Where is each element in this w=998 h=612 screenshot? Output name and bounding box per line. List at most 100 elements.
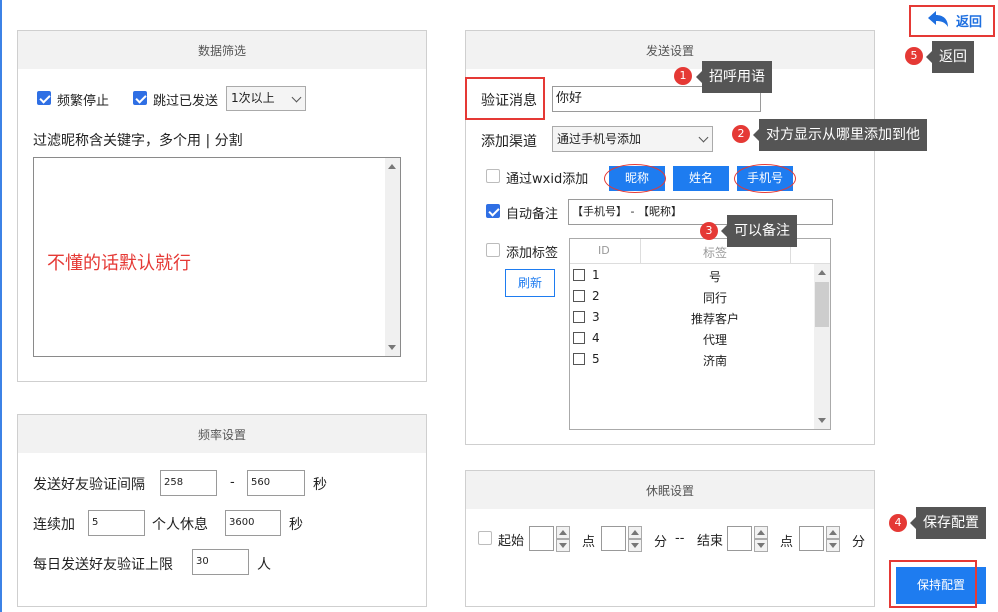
interval-min-input[interactable]: 258 [160, 470, 217, 496]
spin-up-icon [559, 530, 567, 535]
end-minute-spinner[interactable] [799, 526, 824, 551]
spin-up-icon [631, 530, 639, 535]
interval-max-input[interactable]: 560 [247, 470, 305, 496]
send-panel-title: 发送设置 [466, 31, 874, 69]
rest-label: 个人休息 [152, 517, 208, 533]
end-hour-unit: 点 [780, 535, 794, 550]
table-row[interactable]: 3 推荐客户 [570, 307, 812, 328]
annotation-tooltip-1: 招呼用语 [696, 61, 772, 93]
annotation-tooltip-3: 可以备注 [721, 215, 797, 247]
row-id: 1 [592, 268, 600, 282]
daily-limit-label: 每日发送好友验证上限 [33, 557, 173, 573]
verify-label-highlight [465, 77, 545, 120]
start-minute-down[interactable] [628, 539, 642, 552]
back-highlight-box [909, 5, 995, 37]
interval-sec-label: 秒 [313, 477, 327, 493]
row-tag: 号 [708, 270, 721, 284]
rest-input[interactable]: 3600 [225, 510, 281, 536]
spin-down-icon [757, 543, 765, 548]
start-hour-spinner[interactable] [529, 526, 554, 551]
row-checkbox[interactable] [573, 332, 585, 344]
start-minute-spinner[interactable] [601, 526, 626, 551]
continuous-label: 连续加 [33, 517, 75, 533]
filter-panel-title: 数据筛选 [18, 31, 426, 69]
row-checkbox[interactable] [573, 269, 585, 281]
skip-sent-checkbox[interactable] [133, 91, 147, 105]
sleep-panel-title: 休眠设置 [466, 471, 874, 509]
start-hour-down[interactable] [556, 539, 570, 552]
col-id-header: ID [598, 244, 610, 257]
row-tag: 代理 [702, 333, 727, 347]
add-tag-checkbox[interactable] [486, 243, 500, 257]
rate-panel-title: 频率设置 [18, 415, 426, 453]
chevron-down-icon [698, 132, 709, 143]
textarea-scrollbar[interactable] [385, 158, 400, 356]
spin-up-icon [829, 530, 837, 535]
tag-table-scrollbar[interactable] [814, 264, 830, 429]
row-tag: 推荐客户 [690, 312, 739, 326]
sleep-enable-checkbox[interactable] [478, 531, 492, 545]
refresh-button[interactable]: 刷新 [505, 269, 555, 297]
sleep-separator: -- [675, 531, 685, 546]
auto-remark-checkbox[interactable] [486, 204, 500, 218]
times-select-value: 1次以上 [231, 91, 275, 105]
continuous-input[interactable]: 5 [88, 510, 145, 536]
annotation-tooltip-2: 对方显示从哪里添加到他 [753, 119, 927, 151]
row-id: 3 [592, 310, 600, 324]
start-hour-unit: 点 [582, 535, 596, 550]
wxid-label: 通过wxid添加 [506, 172, 589, 187]
left-border-line [0, 0, 2, 612]
end-hour-spinner[interactable] [727, 526, 752, 551]
scroll-down-icon[interactable] [388, 345, 396, 350]
auto-remark-label: 自动备注 [506, 207, 559, 222]
table-row[interactable]: 5 济南 [570, 349, 812, 370]
scroll-up-icon[interactable] [388, 164, 396, 169]
annotation-tooltip-5: 返回 [926, 41, 974, 73]
phone-oval-highlight [734, 164, 796, 193]
spin-up-icon [757, 530, 765, 535]
table-row[interactable]: 4 代理 [570, 328, 812, 349]
insert-name-button[interactable]: 姓名 [673, 166, 729, 191]
start-hour-up[interactable] [556, 526, 570, 539]
skip-sent-label: 跳过已发送 [153, 94, 219, 109]
end-minute-unit: 分 [852, 535, 866, 550]
daily-limit-input[interactable]: 30 [192, 549, 249, 575]
wxid-checkbox[interactable] [486, 169, 500, 183]
chevron-down-icon [291, 92, 302, 102]
row-checkbox[interactable] [573, 311, 585, 323]
end-minute-up[interactable] [826, 526, 840, 539]
end-hour-down[interactable] [754, 539, 768, 552]
end-hour-up[interactable] [754, 526, 768, 539]
table-row[interactable]: 2 同行 [570, 286, 812, 307]
table-row[interactable]: 1 号 [570, 265, 812, 286]
freq-stop-checkbox[interactable] [37, 91, 51, 105]
channel-select-value: 通过手机号添加 [557, 132, 642, 146]
tag-table: ID 标签 1 号 2 同行 3 推荐客户 4 代理 5 济南 [569, 238, 831, 430]
row-checkbox[interactable] [573, 290, 585, 302]
row-checkbox[interactable] [573, 353, 585, 365]
freq-stop-label: 频繁停止 [57, 94, 110, 109]
start-minute-up[interactable] [628, 526, 642, 539]
nickname-oval-highlight [604, 164, 666, 193]
row-id: 4 [592, 331, 600, 345]
rest-sec-label: 秒 [289, 517, 303, 533]
annotation-badge-4: 4 [889, 514, 907, 532]
nickname-filter-label: 过滤昵称含关键字，多个用 | 分割 [33, 133, 243, 149]
rate-panel: 频率设置 [17, 414, 427, 607]
scroll-down-icon[interactable] [818, 418, 826, 423]
scroll-up-icon[interactable] [818, 270, 826, 275]
annotation-tooltip-4: 保存配置 [910, 507, 986, 539]
add-tag-label: 添加标签 [506, 246, 559, 261]
annotation-badge-3: 3 [700, 222, 718, 240]
person-unit-label: 人 [257, 557, 271, 573]
scroll-thumb[interactable] [815, 282, 829, 327]
sleep-end-label: 结束 [697, 534, 724, 549]
sleep-start-label: 起始 [498, 534, 525, 549]
start-minute-unit: 分 [654, 535, 668, 550]
end-minute-down[interactable] [826, 539, 840, 552]
times-select[interactable]: 1次以上 [226, 86, 306, 111]
default-hint-text: 不懂的话默认就行 [47, 253, 191, 274]
save-button-highlight [889, 560, 977, 608]
annotation-badge-1: 1 [674, 67, 692, 85]
channel-select[interactable]: 通过手机号添加 [552, 126, 713, 152]
